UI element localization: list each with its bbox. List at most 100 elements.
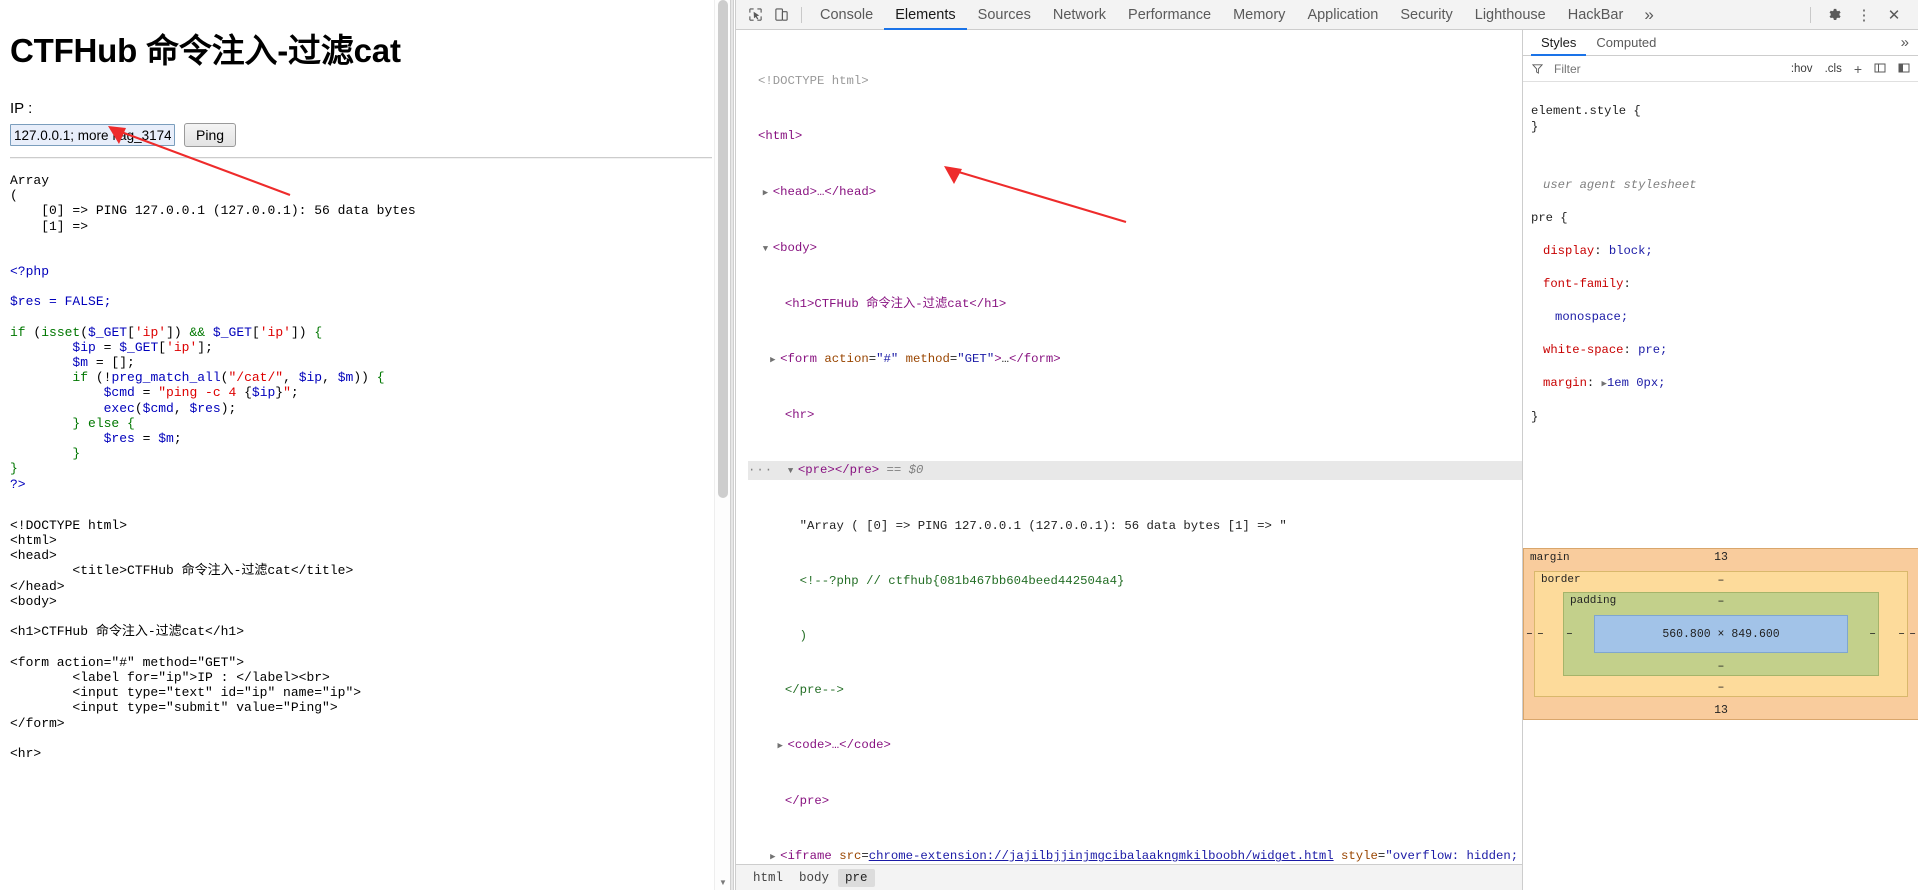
prop-display[interactable]: display: block;	[1531, 243, 1911, 260]
tree-node-doctype[interactable]: <!DOCTYPE html>	[748, 72, 1522, 91]
tree-node-form[interactable]: ▶ <form action="#" method="GET">…</form>	[748, 350, 1522, 369]
head-tag: <head>…</head>	[772, 185, 877, 200]
dom-tree: <!DOCTYPE html> <html> ▶ <head>…</head> ▼…	[736, 35, 1522, 890]
prop-white-space[interactable]: white-space: pre;	[1531, 342, 1911, 359]
padding-top-value[interactable]: –	[1564, 595, 1878, 608]
prop-margin[interactable]: margin: ▶1em 0px;	[1531, 375, 1911, 393]
margin-bottom-value[interactable]: 13	[1524, 704, 1918, 717]
hr-tag: <hr>	[784, 407, 815, 422]
flag-comment: <!--?php // ctfhub{081b467bb604beed44250…	[799, 573, 1125, 588]
filter-funnel-icon[interactable]	[1529, 61, 1546, 77]
pre-open-tag: <pre>	[797, 462, 835, 477]
styles-filter-bar: :hov .cls +	[1523, 56, 1918, 82]
padding-right-value[interactable]: –	[1869, 628, 1876, 641]
tree-node-code[interactable]: ▶ <code>…</code>	[748, 736, 1522, 755]
comment-line-3: </pre-->	[784, 683, 844, 698]
php-line-if-isset: if (isset($_GET['ip']) && $_GET['ip']) {	[10, 324, 323, 340]
body-open-tag: <body>	[772, 241, 818, 256]
new-style-rule-icon[interactable]: +	[1851, 61, 1865, 77]
tab-console[interactable]: Console	[809, 0, 884, 30]
scroll-down-arrow-icon[interactable]: ▼	[715, 874, 730, 890]
border-bottom-value[interactable]: –	[1535, 681, 1907, 694]
php-line-res-m: $res = $m;	[103, 431, 182, 447]
prop-font-family-value: monospace;	[1555, 309, 1629, 324]
tab-lighthouse[interactable]: Lighthouse	[1464, 0, 1557, 30]
margin-left-value[interactable]: –	[1526, 628, 1533, 641]
tree-node-comment-3[interactable]: </pre-->	[748, 681, 1522, 699]
iframe-src-link[interactable]: chrome-extension://jajilbjjinjmgcibalaak…	[869, 849, 1334, 863]
tab-hackbar[interactable]: HackBar	[1557, 0, 1635, 30]
tab-styles[interactable]: Styles	[1531, 30, 1587, 56]
padding-left-value[interactable]: –	[1566, 628, 1573, 641]
tab-sources[interactable]: Sources	[967, 0, 1042, 30]
gear-icon[interactable]	[1820, 2, 1848, 28]
chevron-right-icon-code[interactable]: ▶	[778, 737, 788, 755]
chevron-right-icon-form[interactable]: ▶	[770, 351, 780, 369]
close-icon[interactable]: ✕	[1880, 2, 1908, 28]
class-editor-button[interactable]: .cls	[1822, 62, 1845, 76]
tree-node-pre-selected[interactable]: ··· ▼ <pre></pre> == $0	[748, 460, 1522, 481]
styles-filter-input[interactable]	[1552, 60, 1782, 77]
tab-network[interactable]: Network	[1042, 0, 1117, 30]
content-size-value[interactable]: 560.800 × 849.600	[1662, 628, 1779, 641]
tree-node-comment-flag[interactable]: <!--?php // ctfhub{081b467bb604beed44250…	[748, 572, 1522, 590]
comment-line-2: )	[799, 628, 808, 643]
border-left-value[interactable]: –	[1537, 628, 1544, 641]
tree-node-comment-2[interactable]: )	[748, 627, 1522, 645]
rule-element-style-selector[interactable]: element.style {	[1531, 103, 1911, 120]
page-title: CTFHub 命令注入-过滤cat	[10, 32, 401, 69]
more-options-icon[interactable]: ⋮	[1850, 2, 1878, 28]
tree-node-body[interactable]: ▼ <body>	[748, 239, 1522, 258]
tab-performance[interactable]: Performance	[1117, 0, 1222, 30]
inspect-element-icon[interactable]	[742, 2, 768, 28]
styles-more-icon[interactable]: »	[1901, 34, 1918, 51]
border-top-value[interactable]: –	[1535, 574, 1907, 587]
breadcrumb-pre[interactable]: pre	[838, 868, 875, 887]
ping-button[interactable]: Ping	[184, 123, 237, 147]
chevron-right-icon[interactable]: ▶	[763, 184, 773, 202]
device-toolbar-icon[interactable]	[768, 2, 794, 28]
computed-sidebar-icon[interactable]	[1895, 61, 1913, 77]
tab-computed[interactable]: Computed	[1586, 30, 1666, 56]
tab-memory[interactable]: Memory	[1222, 0, 1296, 30]
box-model-margin[interactable]: margin 13 13 – – border – – – – padding …	[1523, 548, 1918, 720]
tab-security[interactable]: Security	[1389, 0, 1463, 30]
rule-pre-selector[interactable]: pre {	[1531, 210, 1911, 227]
margin-right-value[interactable]: –	[1909, 628, 1916, 641]
devtools-toolbar: Console Elements Sources Network Perform…	[736, 0, 1918, 30]
tree-node-pre-text[interactable]: "Array ( [0] => PING 127.0.0.1 (127.0.0.…	[748, 517, 1522, 535]
node-context-menu-icon[interactable]: ···	[748, 463, 773, 477]
tree-node-h1[interactable]: <h1>CTFHub 命令注入-过滤cat</h1>	[748, 295, 1522, 313]
border-right-value[interactable]: –	[1898, 628, 1905, 641]
devtools-panel: Console Elements Sources Network Perform…	[735, 0, 1918, 890]
breadcrumb-html[interactable]: html	[746, 869, 790, 887]
php-line-assign-ip: $ip = $_GET['ip'];	[72, 339, 213, 355]
box-model-content[interactable]: 560.800 × 849.600	[1594, 615, 1848, 653]
tab-elements[interactable]: Elements	[884, 0, 967, 30]
page-scroll-thumb[interactable]	[718, 0, 728, 498]
tree-node-pre-close[interactable]: </pre>	[748, 792, 1522, 810]
chevron-down-icon-pre[interactable]: ▼	[788, 462, 798, 480]
box-model-padding[interactable]: padding – – – – 560.800 × 849.600	[1563, 592, 1879, 676]
page-scrollbar[interactable]: ▲ ▼	[714, 0, 730, 890]
toggle-sidebar-icon[interactable]	[1871, 61, 1889, 77]
php-line-res-false: $res = FALSE;	[10, 294, 112, 310]
tree-node-head[interactable]: ▶ <head>…</head>	[748, 183, 1522, 202]
tab-application[interactable]: Application	[1296, 0, 1389, 30]
doctype-text: <!DOCTYPE html>	[758, 73, 869, 88]
tree-node-hr[interactable]: <hr>	[748, 406, 1522, 424]
ip-input[interactable]	[10, 124, 175, 146]
pre-text-node: "Array ( [0] => PING 127.0.0.1 (127.0.0.…	[799, 518, 1287, 533]
margin-top-value[interactable]: 13	[1524, 551, 1918, 564]
pre-close-tag: </pre>	[784, 794, 830, 809]
box-model-border[interactable]: border – – – – padding – – – – 560.800 ×…	[1534, 571, 1908, 697]
php-line-close-inner: }	[72, 446, 81, 462]
devtools-split-handle[interactable]	[730, 0, 734, 890]
hover-state-button[interactable]: :hov	[1788, 62, 1816, 76]
more-tabs-icon[interactable]: »	[1634, 5, 1663, 25]
breadcrumb-body[interactable]: body	[792, 869, 836, 887]
tree-node-html[interactable]: <html>	[748, 127, 1522, 146]
chevron-down-icon[interactable]: ▼	[763, 240, 773, 258]
padding-bottom-value[interactable]: –	[1564, 660, 1878, 673]
prop-font-family[interactable]: font-family:	[1531, 276, 1911, 293]
